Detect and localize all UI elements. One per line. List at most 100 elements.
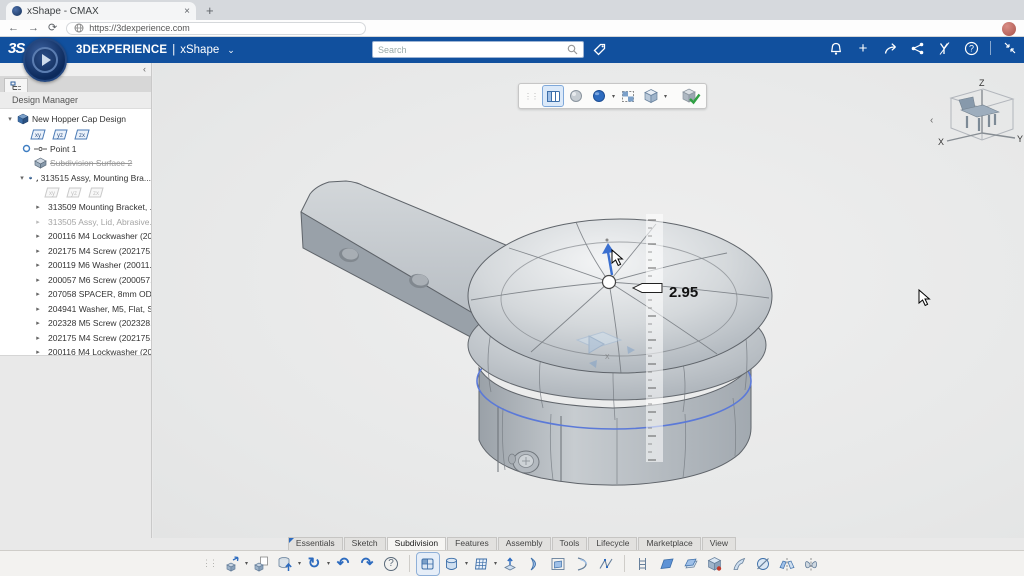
- plane-xy-icon[interactable]: xy: [30, 129, 46, 140]
- dropdown-caret-icon[interactable]: ▾: [327, 560, 330, 567]
- import-part-icon[interactable]: [250, 553, 272, 575]
- plane-yz-icon[interactable]: yz: [66, 187, 82, 198]
- browser-tab[interactable]: xShape - CMAX ×: [6, 2, 196, 20]
- validate-icon[interactable]: [681, 86, 701, 106]
- expander-icon[interactable]: ▸: [34, 348, 42, 356]
- extrude-icon[interactable]: [499, 553, 521, 575]
- tree-assembly-row[interactable]: ▾ 313515 Assy, Mounting Bra...: [0, 171, 151, 186]
- dropdown-caret-icon[interactable]: ▾: [494, 560, 497, 567]
- thicken-icon[interactable]: [680, 553, 702, 575]
- expander-icon[interactable]: ▸: [34, 232, 42, 240]
- 3ds-logo[interactable]: 3S: [8, 40, 24, 57]
- part-row[interactable]: ▸207058 SPACER, 8mm OD...: [0, 287, 151, 302]
- search-input[interactable]: [378, 45, 567, 55]
- expander-icon[interactable]: ▸: [34, 305, 42, 313]
- tab-lifecycle[interactable]: Lifecycle: [588, 537, 637, 550]
- drag-handle-icon[interactable]: ⋮⋮: [524, 92, 538, 101]
- part-row[interactable]: ▸204941 Washer, M5, Flat, S...: [0, 302, 151, 317]
- new-tab-button[interactable]: +: [206, 3, 214, 20]
- shaded-sphere-icon[interactable]: [566, 86, 586, 106]
- panel-collapse-icon[interactable]: ‹: [143, 64, 146, 74]
- dropdown-caret-icon[interactable]: ▾: [465, 560, 468, 567]
- tag-icon[interactable]: [592, 42, 607, 57]
- share-icon[interactable]: [882, 40, 898, 56]
- tree-tab[interactable]: [4, 78, 28, 92]
- grid-primitive-icon[interactable]: [470, 553, 492, 575]
- help-icon[interactable]: ?: [380, 553, 402, 575]
- tools-icon[interactable]: [936, 40, 952, 56]
- nav-cube[interactable]: Z X Y ‹: [930, 78, 1023, 147]
- cylinder-primitive-icon[interactable]: [441, 553, 463, 575]
- collaborate-icon[interactable]: [909, 40, 925, 56]
- dropdown-caret-icon[interactable]: ▾: [612, 93, 615, 100]
- plane-xy-icon[interactable]: xy: [44, 187, 60, 198]
- part-row[interactable]: ▸200116 M4 Lockwasher (20...: [0, 345, 151, 356]
- part-row[interactable]: ▸313505 Assy, Lid, Abrasive...: [0, 215, 151, 230]
- expander-icon[interactable]: ▸: [34, 218, 42, 226]
- part-row[interactable]: ▸200057 M6 Screw (200057...: [0, 273, 151, 288]
- tree-root-row[interactable]: ▾ New Hopper Cap Design: [0, 112, 151, 127]
- trim-icon[interactable]: [752, 553, 774, 575]
- collapse-expander-icon[interactable]: ▾: [6, 115, 14, 123]
- tab-tools[interactable]: Tools: [552, 537, 588, 550]
- search-box[interactable]: [372, 41, 584, 58]
- mirror-icon[interactable]: [776, 553, 798, 575]
- plane-zx-icon[interactable]: zx: [88, 187, 104, 198]
- expander-icon[interactable]: ▸: [34, 276, 42, 284]
- material-icon[interactable]: [589, 86, 609, 106]
- tab-essentials[interactable]: Essentials: [288, 537, 343, 550]
- surface-icon[interactable]: [656, 553, 678, 575]
- tree-hidden-row[interactable]: Subdivision Surface 2: [0, 156, 151, 171]
- loop-icon[interactable]: [595, 553, 617, 575]
- tab-subdivision[interactable]: Subdivision: [387, 537, 446, 550]
- undo-icon[interactable]: ↶: [332, 553, 354, 575]
- dropdown-caret-icon[interactable]: ▾: [664, 93, 667, 100]
- part-row[interactable]: ▸200116 M4 Lockwasher (20...: [0, 229, 151, 244]
- chevron-down-icon[interactable]: ⌄: [227, 45, 235, 56]
- add-icon[interactable]: +: [855, 40, 871, 56]
- 3dcompass-icon[interactable]: [23, 38, 67, 82]
- forward-button[interactable]: →: [28, 23, 39, 34]
- url-bar[interactable]: https://3dexperience.com: [66, 22, 366, 35]
- part-row[interactable]: ▸202328 M5 Screw (202328...: [0, 316, 151, 331]
- tab-assembly[interactable]: Assembly: [498, 537, 551, 550]
- part-row[interactable]: ▸202175 M4 Screw (202175...: [0, 331, 151, 346]
- close-tab-icon[interactable]: ×: [184, 6, 190, 17]
- tab-features[interactable]: Features: [447, 537, 497, 550]
- 3d-viewport[interactable]: x 2.95: [153, 63, 1024, 538]
- expander-icon[interactable]: ▸: [34, 261, 42, 269]
- flex-icon[interactable]: [728, 553, 750, 575]
- rail-icon[interactable]: [632, 553, 654, 575]
- expander-icon[interactable]: ▸: [34, 334, 42, 342]
- subdivide-icon[interactable]: [704, 553, 726, 575]
- plane-yz-icon[interactable]: yz: [52, 129, 68, 140]
- share-part-icon[interactable]: [221, 553, 243, 575]
- nav-collapse-icon[interactable]: ‹: [930, 115, 933, 126]
- box-mode-icon[interactable]: [543, 86, 563, 106]
- box-primitive-icon[interactable]: [417, 553, 439, 575]
- redo-icon[interactable]: ↷: [356, 553, 378, 575]
- part-row[interactable]: ▸200119 M6 Washer (20011...: [0, 258, 151, 273]
- expander-icon[interactable]: ▸: [34, 319, 42, 327]
- bend-icon[interactable]: [523, 553, 545, 575]
- bell-icon[interactable]: [828, 40, 844, 56]
- view-cube-icon[interactable]: [641, 86, 661, 106]
- dropdown-caret-icon[interactable]: ▾: [245, 560, 248, 567]
- tab-sketch[interactable]: Sketch: [344, 537, 386, 550]
- plane-zx-icon[interactable]: zx: [74, 129, 90, 140]
- help-icon[interactable]: ?: [963, 40, 979, 56]
- brand[interactable]: 3DEXPERIENCE | xShape ⌄: [76, 44, 235, 56]
- expander-icon[interactable]: ▸: [34, 247, 42, 255]
- tree-point-row[interactable]: Point 1: [0, 142, 151, 157]
- dropdown-caret-icon[interactable]: ▾: [298, 560, 301, 567]
- save-db-icon[interactable]: [274, 553, 296, 575]
- butterfly-symmetry-icon[interactable]: [800, 553, 822, 575]
- crease-icon[interactable]: [571, 553, 593, 575]
- back-button[interactable]: ←: [8, 23, 19, 34]
- symmetry-check-icon[interactable]: [618, 86, 638, 106]
- reload-button[interactable]: ⟳: [48, 23, 57, 34]
- tab-view[interactable]: View: [702, 537, 736, 550]
- sync-icon[interactable]: ↻: [303, 553, 325, 575]
- expander-icon[interactable]: ▸: [34, 290, 42, 298]
- tab-marketplace[interactable]: Marketplace: [638, 537, 700, 550]
